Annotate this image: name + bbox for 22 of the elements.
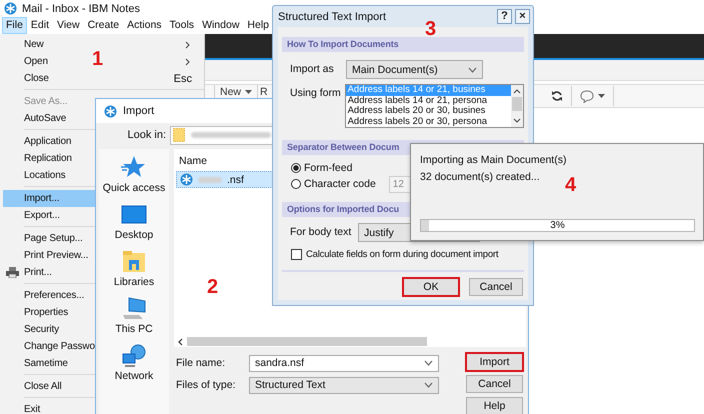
option-label: Form-feed	[304, 162, 352, 174]
option-label: Character code	[304, 178, 376, 190]
progress-reading: 3%	[550, 220, 565, 231]
field-label: For body text	[289, 225, 352, 238]
shortcut-text: Esc	[174, 72, 192, 84]
step-number: 1	[92, 48, 104, 70]
dialog-title: Structured Text Import	[278, 10, 386, 22]
field-label: Look in:	[126, 129, 167, 141]
field-label: Files of type:	[175, 379, 237, 391]
step-number: 2	[207, 276, 218, 298]
field-label: File name:	[175, 357, 226, 369]
file-name: .nsf	[227, 174, 244, 186]
field-label: Import as	[289, 62, 335, 75]
section-header: How To Import Documents	[282, 37, 524, 52]
window-title: Mail - Inbox - IBM Notes	[22, 2, 140, 14]
dialog-title: Import	[123, 105, 154, 117]
step-number: 3	[425, 18, 436, 40]
field-label: Using form	[289, 86, 342, 99]
step-number: 4	[565, 174, 576, 196]
checkbox-label: Calculate fields on form during document import	[306, 248, 498, 260]
status-text: 32 document(s) created...	[420, 171, 540, 185]
status-text: Importing as Main Document(s)	[420, 154, 566, 168]
